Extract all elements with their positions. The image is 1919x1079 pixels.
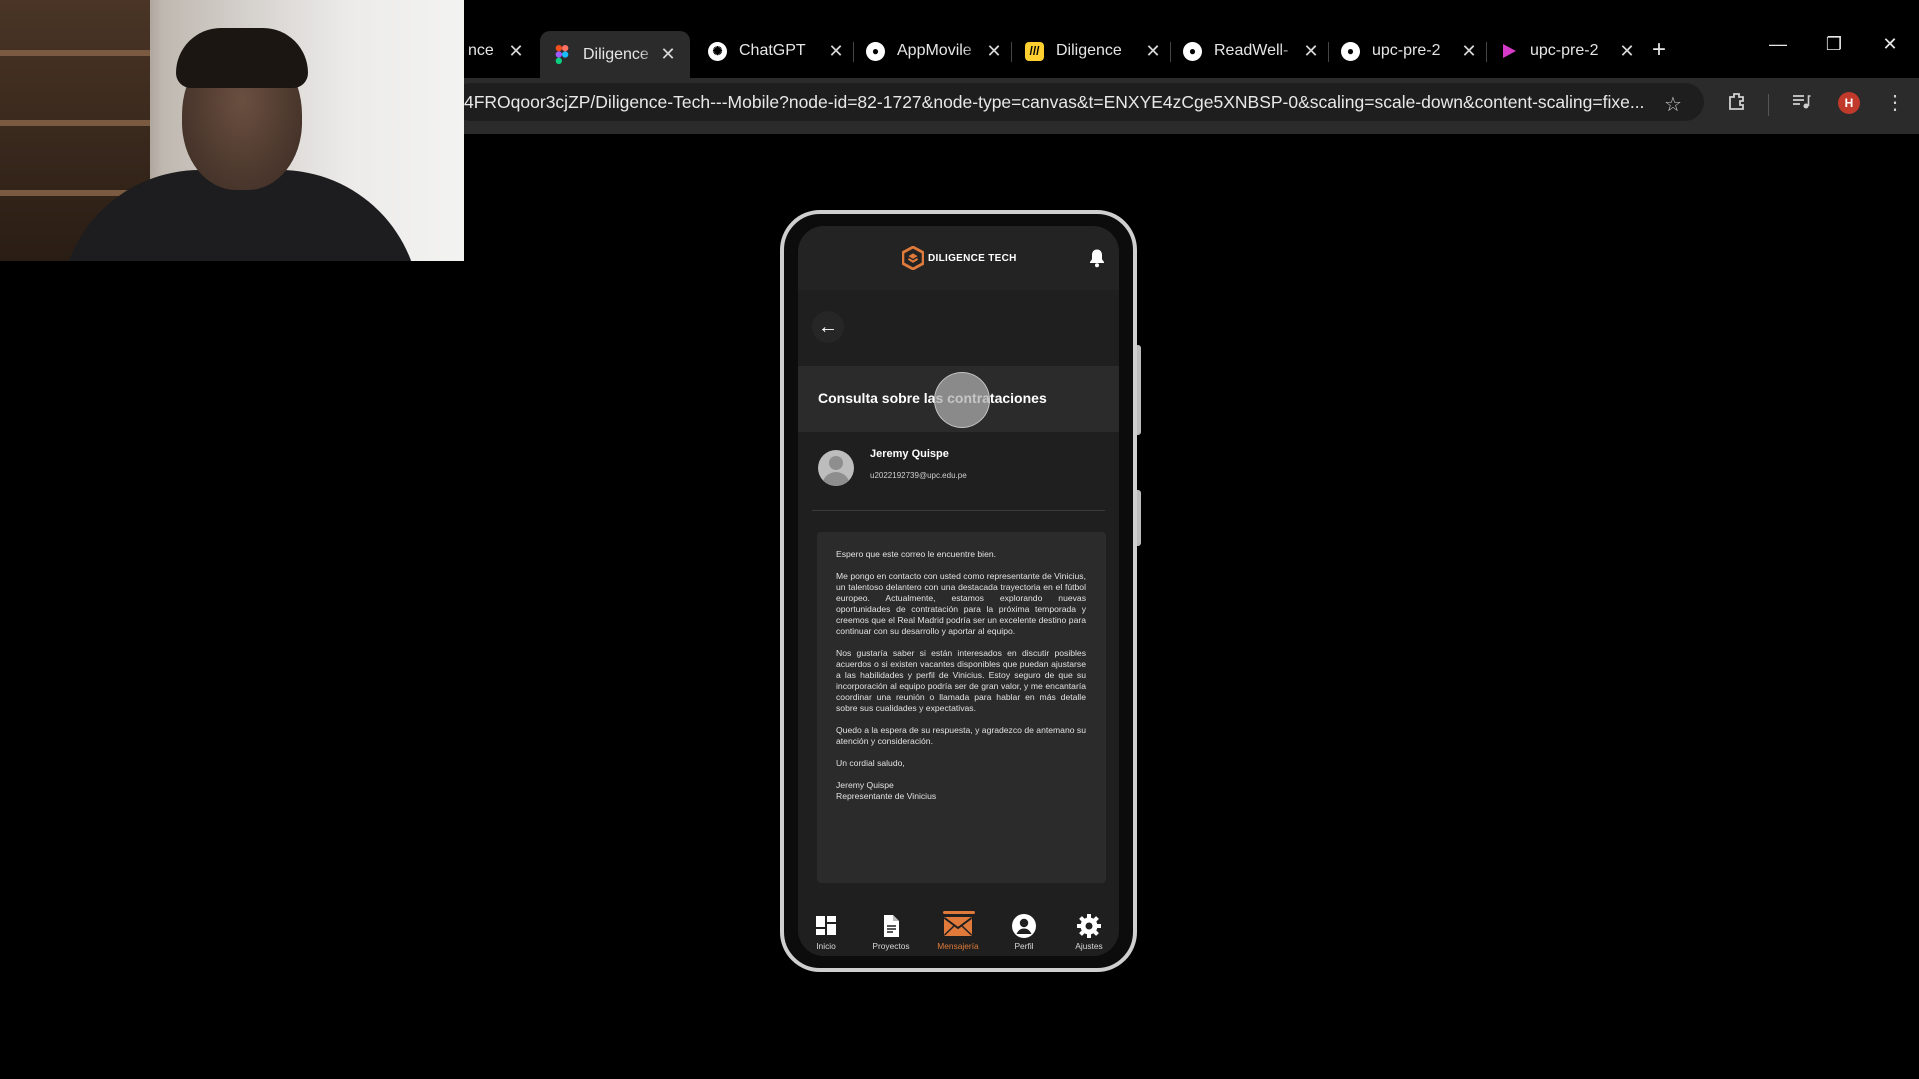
body-paragraph: Espero que este correo le encuentre bien… [836, 549, 997, 559]
bookmark-star-icon[interactable]: ☆ [1658, 92, 1688, 117]
close-icon[interactable]: ✕ [1143, 41, 1163, 62]
signature-role: Representante de Vinicius [836, 791, 937, 801]
screen: nce ✕ Diligence ✕ ✺ ChatGPT ✕ ● AppMovil… [0, 0, 1919, 1079]
tab-upc-pre-canva[interactable]: upc-pre-2 ✕ [1499, 33, 1637, 69]
profile-avatar[interactable]: H [1838, 92, 1860, 114]
nav-mensajeria[interactable]: Mensajería [933, 913, 983, 951]
miro-icon: /// [1025, 41, 1044, 61]
signature-name: Jeremy Quispe [836, 780, 894, 790]
tab-title: nce [468, 42, 494, 59]
dashboard-icon [816, 916, 836, 935]
person-hair [176, 28, 308, 88]
bell-icon[interactable] [1088, 248, 1106, 268]
message-body: Espero que este correo le encuentre bien… [817, 532, 1106, 883]
bottom-nav: Inicio Proyectos Mensajería Perfil Ajust… [798, 914, 1119, 956]
canva-icon [1499, 42, 1518, 61]
tab-title: upc-pre-2 [1372, 42, 1441, 59]
tab-title: AppMovile [897, 42, 972, 59]
close-icon[interactable]: ✕ [826, 41, 846, 62]
tab-title: Diligence [1056, 42, 1122, 59]
tab-title: Diligence [583, 45, 649, 63]
restore-icon[interactable]: ❐ [1814, 34, 1854, 55]
figma-icon [552, 45, 571, 64]
close-icon[interactable]: ✕ [658, 44, 678, 65]
extensions-icon[interactable] [1722, 90, 1752, 118]
tab-readwell[interactable]: ● ReadWell- ✕ [1183, 33, 1321, 69]
tab-diligence-miro[interactable]: /// Diligence ✕ [1025, 33, 1163, 69]
tab-partial[interactable]: nce ✕ [468, 33, 526, 69]
brand-name: DILIGENCE TECH [928, 252, 1017, 264]
close-icon[interactable]: ✕ [1617, 41, 1637, 62]
nav-label: Mensajería [937, 941, 979, 951]
tab-title: ReadWell- [1214, 42, 1289, 59]
menu-kebab-icon[interactable]: ⋮ [1880, 90, 1910, 115]
tab-diligence-figma[interactable]: Diligence ✕ [540, 31, 690, 78]
tab-chatgpt[interactable]: ✺ ChatGPT ✕ [708, 33, 846, 69]
minimize-icon[interactable]: — [1758, 34, 1798, 55]
tab-title: upc-pre-2 [1530, 42, 1599, 59]
back-button[interactable]: ← [812, 311, 844, 343]
nav-label: Perfil [1014, 941, 1034, 951]
phone-frame: DILIGENCE TECH ← Consulta sobre las cont… [780, 210, 1137, 972]
close-icon[interactable]: ✕ [984, 41, 1004, 62]
divider [812, 510, 1105, 511]
body-closing: Un cordial saludo, [836, 758, 905, 768]
app-header: DILIGENCE TECH [798, 226, 1119, 290]
document-icon [884, 915, 899, 937]
avatar[interactable] [818, 450, 854, 486]
logo-icon [902, 246, 924, 270]
body-paragraph: Quedo a la espera de su respuesta, y agr… [836, 725, 1086, 746]
sender-info: Jeremy Quispe u2022192739@upc.edu.pe [798, 440, 1119, 500]
new-tab-button[interactable]: + [1652, 36, 1666, 64]
brand-logo: DILIGENCE TECH [902, 246, 1017, 270]
webcam-overlay [0, 0, 464, 261]
close-icon[interactable]: ✕ [1301, 41, 1321, 62]
chatgpt-icon: ✺ [708, 41, 727, 61]
body-paragraph: Me pongo en contacto con usted como repr… [836, 571, 1086, 636]
user-icon [1012, 914, 1036, 938]
message-subject: Consulta sobre las contrataciones [818, 390, 1047, 406]
arrow-left-icon: ← [818, 315, 838, 338]
nav-proyectos[interactable]: Proyectos [866, 913, 916, 951]
mail-icon [943, 917, 973, 936]
github-icon: ● [1183, 41, 1202, 61]
close-window-icon[interactable]: ✕ [1870, 34, 1910, 55]
sender-email[interactable]: u2022192739@upc.edu.pe [870, 471, 967, 480]
github-icon: ● [1341, 41, 1360, 61]
gear-icon [1077, 914, 1101, 938]
tab-title: ChatGPT [739, 42, 806, 59]
nav-label: Ajustes [1075, 941, 1103, 951]
tab-appmovile[interactable]: ● AppMovile ✕ [866, 33, 1004, 69]
nav-perfil[interactable]: Perfil [999, 913, 1049, 951]
touch-cursor-indicator [934, 372, 990, 428]
nav-ajustes[interactable]: Ajustes [1064, 913, 1114, 951]
github-icon: ● [866, 41, 885, 61]
close-icon[interactable]: ✕ [1459, 41, 1479, 62]
nav-label: Proyectos [872, 941, 910, 951]
nav-inicio[interactable]: Inicio [801, 913, 851, 951]
tab-upc-pre-github[interactable]: ● upc-pre-2 ✕ [1341, 33, 1479, 69]
body-paragraph: Nos gustaría saber si están interesados … [836, 648, 1086, 713]
nav-label: Inicio [816, 941, 836, 951]
app-screen: DILIGENCE TECH ← Consulta sobre las cont… [798, 226, 1119, 956]
sender-name: Jeremy Quispe [870, 448, 949, 460]
media-controls-icon[interactable] [1786, 90, 1816, 118]
address-bar[interactable]: 4FROqoor3cjZP/Diligence-Tech---Mobile?no… [452, 83, 1704, 121]
close-icon[interactable]: ✕ [506, 41, 526, 62]
